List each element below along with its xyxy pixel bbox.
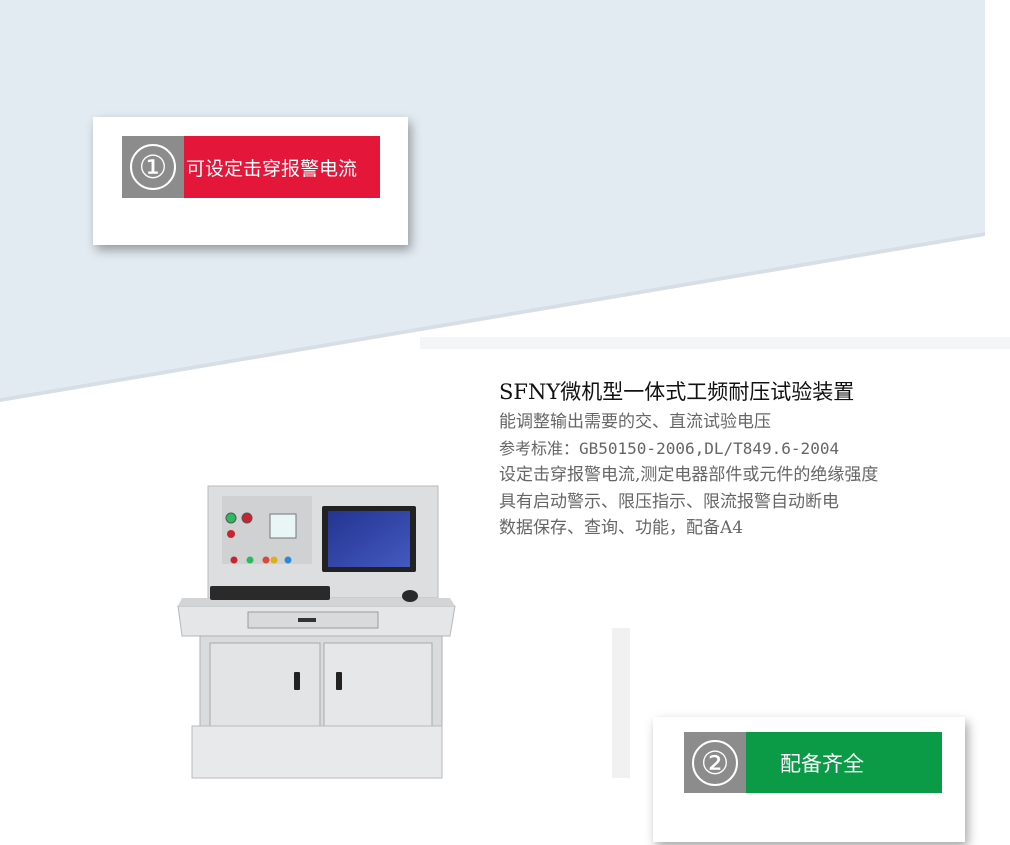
feature-line: 能调整输出需要的交、直流试验电压 (499, 412, 771, 432)
number-box: ② (684, 732, 746, 793)
feature-line: 具有启动警示、限压指示、限流报警自动断电 (499, 491, 839, 512)
feature-badge-1: ① 可设定击穿报警电流 (122, 136, 380, 198)
feature-line: 参考标准：GB50150-2006,DL/T849.6-2004 (499, 438, 840, 458)
feature-line: 设定击穿报警电流,测定电器部件或元件的绝缘强度 (499, 465, 879, 485)
number-box: ① (122, 136, 184, 198)
circled-number: ① (130, 144, 176, 190)
feature-card-1: ① 可设定击穿报警电流 (93, 117, 408, 245)
product-title: SFNY微机型一体式工频耐压试验装置 (499, 380, 855, 404)
feature-card-2: ② 配备齐全 (653, 717, 965, 842)
feature-line: 数据保存、查询、功能，配备A4 (499, 518, 744, 538)
circled-number: ② (692, 739, 738, 786)
feature-label: 配备齐全 (746, 732, 942, 793)
feature-badge-2: ② 配备齐全 (684, 732, 942, 793)
test-console-image (177, 485, 456, 779)
product-description: SFNY微机型一体式工频耐压试验装置 能调整输出需要的交、直流试验电压 参考标准… (499, 376, 1004, 542)
feature-label: 可设定击穿报警电流 (184, 136, 380, 198)
